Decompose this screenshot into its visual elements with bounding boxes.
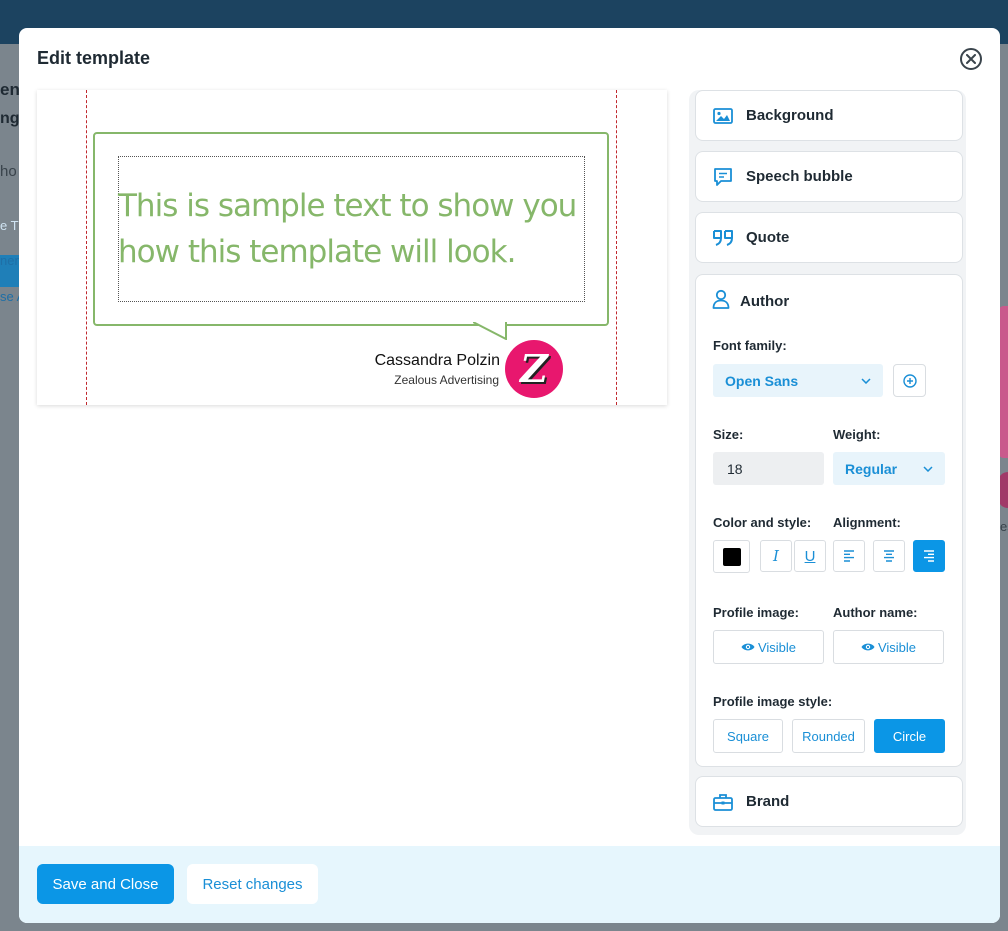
weight-select[interactable]: Regular (833, 452, 945, 485)
profile-image-visibility-button[interactable]: Visible (713, 630, 824, 664)
modal-footer: Save and Close Reset changes (19, 846, 1000, 923)
left-margin-guide (86, 90, 87, 405)
sample-quote-text[interactable]: This is sample text to show you how this… (118, 183, 588, 275)
bg-text-fragment: ho (0, 163, 17, 180)
section-brand[interactable]: Brand (695, 776, 963, 827)
bg-text-fragment: ng (0, 110, 20, 127)
edit-template-modal: Edit template This is sample text to sho… (19, 28, 1000, 923)
align-left-button[interactable] (833, 540, 865, 572)
italic-button[interactable]: I (760, 540, 792, 572)
profile-style-circle-button[interactable]: Circle (874, 719, 945, 753)
section-brand-label: Brand (746, 793, 790, 810)
eye-icon (741, 643, 755, 651)
font-family-select[interactable]: Open Sans (713, 364, 883, 397)
preview-author-name[interactable]: Cassandra Polzin (375, 352, 500, 370)
align-right-button[interactable] (913, 540, 945, 572)
right-margin-guide (616, 90, 617, 405)
profile-image-visibility-value: Visible (757, 639, 797, 655)
text-color-button[interactable] (713, 540, 750, 573)
eye-icon (861, 643, 875, 651)
user-icon (712, 289, 730, 314)
align-left-icon (844, 550, 854, 562)
alignment-label: Alignment: (833, 515, 901, 530)
plus-circle-icon (902, 373, 917, 388)
save-and-close-button[interactable]: Save and Close (37, 864, 174, 904)
size-input[interactable] (713, 452, 824, 485)
section-speech-bubble-label: Speech bubble (746, 168, 853, 185)
section-author-label: Author (740, 293, 790, 310)
speech-bubble-icon (712, 166, 734, 188)
avatar-letter: Z (520, 346, 548, 391)
reset-changes-button[interactable]: Reset changes (187, 864, 318, 904)
template-preview: This is sample text to show you how this… (37, 90, 667, 405)
profile-image-label: Profile image: (713, 605, 799, 620)
chevron-down-icon (923, 465, 933, 472)
size-label: Size: (713, 427, 744, 442)
section-author-header[interactable]: Author (712, 289, 789, 314)
align-right-icon (924, 550, 934, 562)
speech-bubble-tail (473, 322, 507, 340)
section-author: Author Font family: Open Sans Size: Weig… (695, 274, 963, 767)
section-background-label: Background (746, 107, 834, 124)
bg-text-fragment: es (1000, 519, 1008, 534)
font-family-label: Font family: (713, 338, 787, 353)
section-background[interactable]: Background (695, 90, 963, 141)
weight-label: Weight: (833, 427, 881, 442)
preview-avatar[interactable]: Z (505, 340, 563, 398)
section-speech-bubble[interactable]: Speech bubble (695, 151, 963, 202)
font-family-value: Open Sans (725, 372, 799, 389)
close-icon (966, 54, 976, 64)
weight-value: Regular (845, 460, 898, 477)
profile-style-square-button[interactable]: Square (713, 719, 783, 753)
color-swatch (722, 547, 741, 566)
underline-button[interactable]: U (794, 540, 826, 572)
briefcase-icon (712, 791, 734, 813)
section-quote-label: Quote (746, 229, 790, 246)
profile-style-label: Profile image style: (713, 694, 833, 709)
author-name-visibility-value: Visible (877, 639, 917, 655)
image-icon (712, 105, 734, 127)
chevron-down-icon (861, 377, 871, 384)
section-quote[interactable]: Quote (695, 212, 963, 263)
profile-style-rounded-button[interactable]: Rounded (792, 719, 865, 753)
modal-title: Edit template (37, 48, 151, 68)
align-center-icon (884, 550, 894, 562)
author-name-label: Author name: (833, 605, 918, 620)
add-font-button[interactable] (893, 364, 926, 397)
align-center-button[interactable] (873, 540, 905, 572)
close-button[interactable] (960, 48, 982, 70)
preview-author-company[interactable]: Zealous Advertising (394, 373, 499, 387)
color-style-label: Color and style: (713, 515, 812, 530)
quote-icon (712, 227, 734, 249)
author-name-visibility-button[interactable]: Visible (833, 630, 944, 664)
